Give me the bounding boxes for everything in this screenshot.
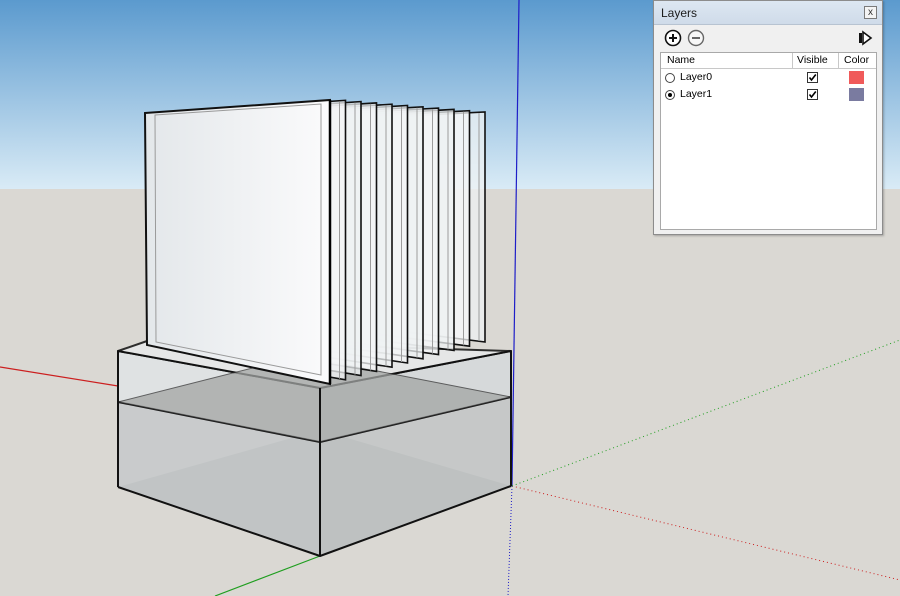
checkmark-icon [808, 74, 817, 82]
layers-dialog: Layers x Name Visible Color Layer0 Layer… [653, 0, 883, 235]
details-button[interactable] [856, 29, 874, 47]
delete-layer-button[interactable] [687, 29, 705, 47]
plus-circle-icon [664, 29, 682, 47]
close-icon[interactable]: x [864, 6, 877, 19]
dialog-title: Layers [661, 6, 698, 20]
arrow-right-icon [859, 30, 873, 46]
layers-titlebar[interactable]: Layers x [654, 1, 882, 25]
layer-row-layer1[interactable]: Layer1 [661, 87, 876, 103]
layer-name[interactable]: Layer0 [680, 71, 712, 83]
layer-name[interactable]: Layer1 [680, 88, 712, 100]
column-name-header[interactable]: Name [667, 54, 695, 66]
table-header: Name Visible Color [661, 53, 876, 69]
active-layer-radio[interactable] [665, 73, 675, 83]
layer-row-layer0[interactable]: Layer0 [661, 70, 876, 86]
active-layer-radio[interactable] [665, 90, 675, 100]
layer-color-swatch[interactable] [849, 71, 864, 84]
column-divider[interactable] [838, 53, 839, 68]
layers-table: Name Visible Color Layer0 Layer1 [660, 52, 877, 230]
column-visible-header[interactable]: Visible [797, 54, 828, 66]
column-divider[interactable] [792, 53, 793, 68]
layer-color-swatch[interactable] [849, 88, 864, 101]
minus-circle-icon [687, 29, 705, 47]
checkmark-icon [808, 91, 817, 99]
add-layer-button[interactable] [664, 29, 682, 47]
front-pane[interactable] [143, 98, 332, 386]
visible-checkbox[interactable] [807, 89, 818, 100]
column-color-header[interactable]: Color [844, 54, 869, 66]
visible-checkbox[interactable] [807, 72, 818, 83]
